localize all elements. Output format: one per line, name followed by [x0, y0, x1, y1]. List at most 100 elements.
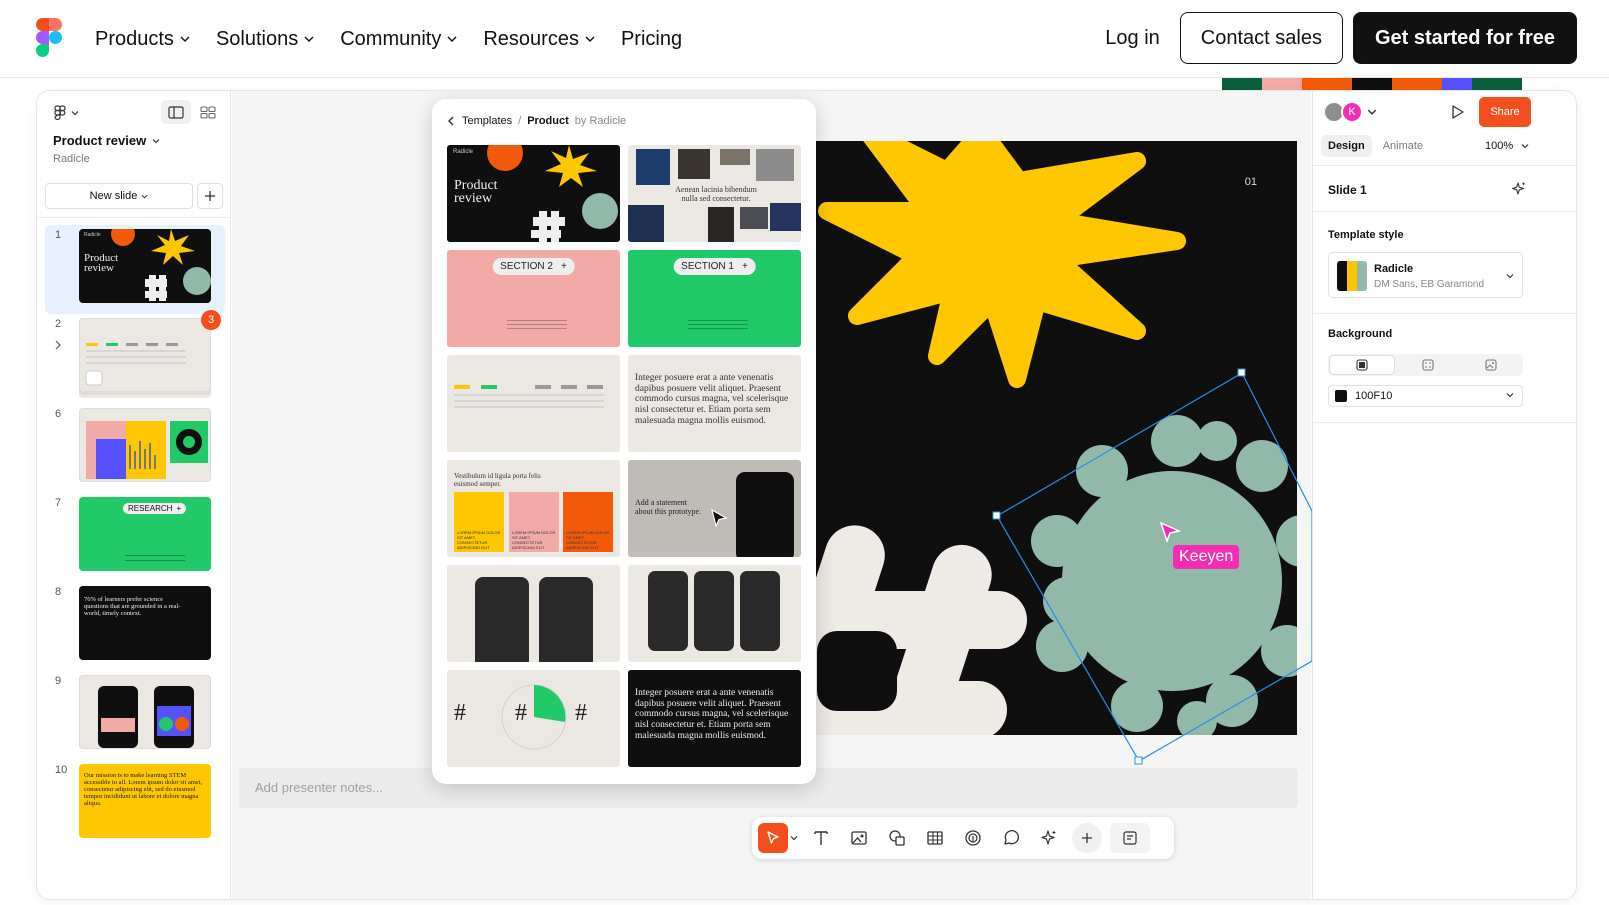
template-phone-mockup — [740, 571, 780, 651]
slide-canvas[interactable]: 01 Keeyen Add presenter notes... Templat… — [232, 91, 1312, 899]
collaborator-name-tag: Keeyen — [1173, 545, 1240, 569]
slide-item-6[interactable]: 6 — [45, 404, 225, 493]
nav-solutions[interactable]: Solutions — [216, 28, 314, 51]
divider — [37, 217, 231, 218]
chevron-down-icon[interactable] — [790, 834, 798, 842]
tab-design[interactable]: Design — [1321, 135, 1372, 157]
add-slide-button[interactable] — [197, 183, 223, 209]
get-started-button[interactable]: Get started for free — [1352, 12, 1577, 64]
sparkle-icon[interactable] — [1511, 181, 1527, 197]
bottom-toolbar — [752, 817, 1174, 859]
slide-thumbnail: RESEARCH + — [79, 497, 211, 571]
thumb-section-pill: RESEARCH + — [123, 503, 187, 514]
resize-handle[interactable] — [1134, 756, 1143, 765]
sticker-tool[interactable] — [958, 823, 988, 853]
comment-tool[interactable] — [996, 823, 1026, 853]
resize-handle[interactable] — [1237, 368, 1246, 377]
template-card-section-1[interactable]: SECTION 1 + — [628, 250, 801, 347]
nav-resources[interactable]: Resources — [483, 28, 595, 51]
back-arrow-icon[interactable] — [446, 116, 456, 126]
contact-sales-button[interactable]: Contact sales — [1179, 12, 1343, 64]
template-style-select[interactable]: Radicle DM Sans, EB Garamond — [1328, 252, 1523, 298]
ai-tool[interactable] — [1034, 823, 1064, 853]
nav-products-label: Products — [95, 27, 174, 50]
nav-pricing[interactable]: Pricing — [621, 28, 682, 51]
template-block-caption: LOREM IPSUM DOLOR SIT AMET, CONSECTETUR … — [457, 530, 501, 550]
nav-products[interactable]: Products — [95, 28, 190, 51]
thumb-quote: 76% of learners prefer science questions… — [84, 596, 181, 617]
document-title[interactable]: Product review — [53, 133, 160, 148]
figma-logo[interactable] — [36, 18, 62, 57]
nav-solutions-label: Solutions — [215, 27, 299, 50]
background-color-select[interactable]: 100F10 — [1328, 385, 1523, 407]
single-view-button[interactable] — [161, 100, 191, 124]
select-tool[interactable] — [758, 823, 788, 853]
shapes-tool[interactable] — [882, 823, 912, 853]
template-card-two-phones[interactable] — [447, 565, 620, 662]
comment-count-badge[interactable]: 3 — [201, 310, 221, 330]
pattern-fill-option[interactable] — [1396, 354, 1460, 376]
template-card-statement[interactable]: Add a statement about this prototype. — [628, 460, 801, 557]
grid-view-button[interactable] — [193, 100, 223, 124]
top-navigation: Products Solutions Community Resources P… — [0, 0, 1609, 78]
new-slide-button[interactable]: New slide — [45, 183, 193, 209]
login-link[interactable]: Log in — [1105, 27, 1160, 50]
template-card-cover[interactable]: Radicle Product review — [447, 145, 620, 242]
document-team: Radicle — [53, 153, 90, 165]
chevron-down-icon — [447, 36, 457, 42]
template-card-three-blocks[interactable]: Vestibulum id ligula porta felis euismod… — [447, 460, 620, 557]
main-menu-button[interactable] — [53, 105, 79, 121]
template-card-table[interactable] — [447, 355, 620, 452]
slide-thumbnail — [79, 318, 211, 392]
selection-box[interactable] — [992, 361, 1312, 771]
figma-menu-icon — [54, 105, 66, 121]
chevron-right-icon[interactable] — [53, 340, 63, 350]
breadcrumb-templates[interactable]: Templates — [462, 115, 512, 127]
background-type-toggle — [1328, 354, 1523, 376]
resize-handle[interactable] — [992, 511, 1001, 520]
pattern-fill-icon — [1421, 359, 1434, 371]
style-fonts: DM Sans, EB Garamond — [1374, 279, 1485, 290]
nav-community[interactable]: Community — [340, 28, 457, 51]
template-card-collage[interactable]: Aenean lacinia bibendum nulla sed consec… — [628, 145, 801, 242]
more-tool[interactable] — [1072, 823, 1102, 853]
collaborators[interactable]: K — [1323, 101, 1377, 123]
template-table-graphic — [454, 385, 604, 408]
text-tool[interactable] — [806, 823, 836, 853]
template-card-three-phones[interactable] — [628, 565, 801, 662]
panel-tabs: Design Animate — [1321, 135, 1430, 157]
template-card-text[interactable]: Integer posuere erat a ante venenatis da… — [628, 355, 801, 452]
template-phone-mockup — [648, 571, 688, 651]
template-body-text: Integer posuere erat a ante venenatis da… — [635, 373, 789, 426]
solid-fill-option[interactable] — [1329, 355, 1395, 375]
breadcrumb-product: Product — [527, 115, 569, 127]
slide-thumbnail — [79, 675, 211, 749]
dev-mode-toggle[interactable] — [1110, 823, 1150, 853]
image-icon — [851, 831, 867, 845]
slide-item-8[interactable]: 8 76% of learners prefer science questio… — [45, 582, 225, 671]
grid-view-icon — [200, 105, 216, 119]
template-block-orange: LOREM IPSUM DOLOR SIT AMET, CONSECTETUR … — [563, 492, 613, 552]
play-icon[interactable] — [1451, 104, 1465, 120]
template-card-section-2[interactable]: SECTION 2 + — [447, 250, 620, 347]
template-card-stats[interactable]: # # # — [447, 670, 620, 767]
slide-item-2[interactable]: 2 3 — [45, 310, 225, 404]
slide-number: 8 — [55, 586, 62, 598]
slide-item-9[interactable]: 9 — [45, 671, 225, 760]
nav-pricing-label: Pricing — [620, 27, 683, 50]
nav-community-label: Community — [340, 27, 442, 50]
table-tool[interactable] — [920, 823, 950, 853]
slide-item-1[interactable]: 1 Radicle Product review — [45, 225, 225, 314]
template-pie — [501, 684, 567, 750]
background-hex: 100F10 — [1355, 390, 1393, 402]
slide-item-10[interactable]: 10 Our mission is to make learning STEM … — [45, 760, 225, 849]
yellow-star-shape[interactable] — [818, 141, 1186, 388]
share-button[interactable]: Share — [1479, 97, 1531, 127]
slide-item-7[interactable]: 7 RESEARCH + — [45, 493, 225, 582]
chevron-down-icon — [1367, 109, 1377, 115]
image-tool[interactable] — [844, 823, 874, 853]
template-card-dark-text[interactable]: Integer posuere erat a ante venenatis da… — [628, 670, 801, 767]
zoom-control[interactable]: 100% — [1485, 140, 1529, 152]
tab-animate[interactable]: Animate — [1376, 135, 1430, 157]
image-fill-option[interactable] — [1459, 354, 1523, 376]
